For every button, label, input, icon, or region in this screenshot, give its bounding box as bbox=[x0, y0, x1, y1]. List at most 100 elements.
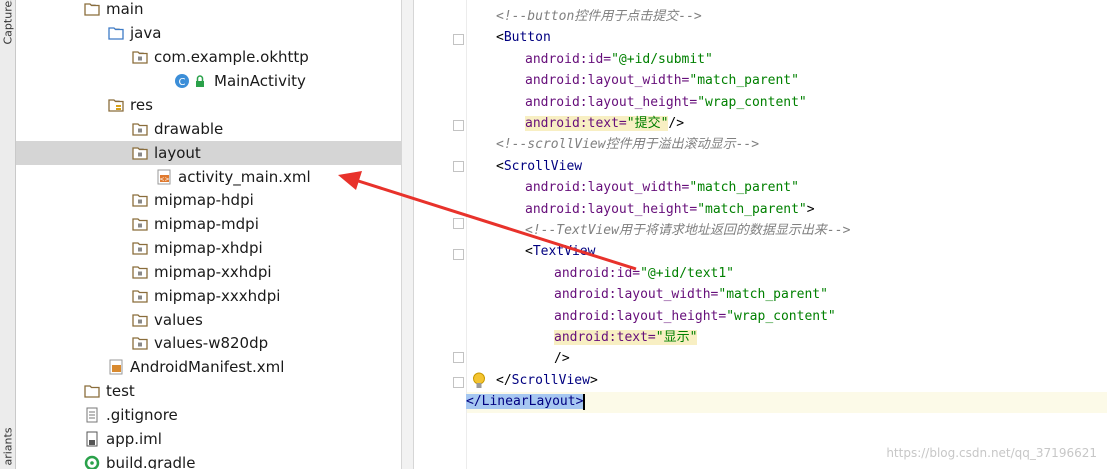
code-token: "match_parent" bbox=[689, 73, 799, 88]
source-folder-icon bbox=[108, 25, 124, 41]
code-editor[interactable]: <!--button控件用于点击提交--> <Button android:id="… bbox=[414, 0, 1107, 469]
tree-item-layout[interactable]: ▼layout bbox=[16, 141, 414, 165]
project-tree: ▼main▼java▼com.example.okhttp C MainActivi… bbox=[16, 0, 414, 469]
code-token: <!--button控件用于点击提交--> bbox=[496, 9, 702, 24]
code-token: "wrap_content" bbox=[697, 95, 807, 110]
code-line[interactable]: /> bbox=[554, 348, 570, 369]
tree-item-label: main bbox=[106, 0, 144, 18]
code-token: LinearLayout bbox=[481, 394, 576, 409]
code-token: < bbox=[496, 30, 504, 45]
package-icon bbox=[132, 288, 148, 304]
resource-folder-icon bbox=[108, 97, 124, 113]
package-icon bbox=[132, 192, 148, 208]
lock-icon bbox=[192, 73, 208, 89]
package-icon bbox=[132, 145, 148, 161]
code-line[interactable]: </LinearLayout> bbox=[466, 391, 586, 412]
package-icon bbox=[132, 264, 148, 280]
code-token: "match_parent" bbox=[697, 202, 807, 217]
code-token: "显示" bbox=[655, 330, 698, 345]
code-line[interactable]: <ScrollView bbox=[496, 156, 582, 177]
package-icon bbox=[132, 335, 148, 351]
code-token: </ bbox=[466, 394, 482, 409]
tree-item-values[interactable]: ▶values bbox=[16, 308, 414, 332]
code-token: /> bbox=[668, 116, 685, 131]
code-token: "match_parent" bbox=[718, 287, 828, 302]
gradle-file-icon bbox=[84, 455, 100, 469]
iml-file-icon bbox=[84, 431, 100, 447]
code-token: TextView bbox=[532, 244, 596, 259]
text-file-icon bbox=[84, 407, 100, 423]
code-token: /> bbox=[554, 351, 570, 366]
code-token: ScrollView bbox=[503, 159, 583, 174]
code-token: </ bbox=[496, 373, 512, 388]
code-line[interactable]: android:id="@+id/text1" bbox=[554, 263, 734, 284]
tree-item-drawable[interactable]: drawable bbox=[16, 117, 414, 141]
tree-item-main[interactable]: ▼main bbox=[16, 0, 414, 21]
tree-item-mipmap-xxxhdpi[interactable]: ▶mipmap-xxxhdpi bbox=[16, 284, 414, 308]
tree-item-label: layout bbox=[154, 144, 201, 162]
tree-item-label: mipmap-hdpi bbox=[154, 191, 254, 209]
tree-item-activity-main-xml[interactable]: <> activity_main.xml bbox=[16, 165, 414, 189]
tree-item-label: mipmap-xxhdpi bbox=[154, 263, 272, 281]
tree-item-label: MainActivity bbox=[214, 72, 306, 90]
tree-item-label: test bbox=[106, 382, 135, 400]
code-token: ScrollView bbox=[511, 373, 590, 388]
code-token: android:layout_height= bbox=[525, 95, 698, 110]
captures-tab[interactable]: Captures bbox=[2, 0, 15, 45]
code-line[interactable]: android:layout_width="match_parent" bbox=[554, 284, 828, 305]
code-token: < bbox=[496, 159, 504, 174]
build-variants-tab[interactable]: ariants bbox=[2, 425, 15, 469]
tree-item-mainactivity[interactable]: C MainActivity bbox=[16, 69, 414, 93]
code-line[interactable]: <TextView bbox=[525, 241, 595, 262]
tree-item-label: mipmap-mdpi bbox=[154, 215, 259, 233]
code-line[interactable]: android:layout_height="wrap_content" bbox=[554, 306, 836, 327]
code-line[interactable]: android:text="显示" bbox=[554, 327, 698, 348]
ide-window: Captures ariants ▼main▼java▼com.example.… bbox=[0, 0, 1107, 469]
tree-item-androidmanifest-xml[interactable]: AndroidManifest.xml bbox=[16, 355, 414, 379]
svg-text:<>: <> bbox=[159, 176, 169, 183]
tree-item-label: mipmap-xxxhdpi bbox=[154, 287, 281, 305]
code-line[interactable]: <Button bbox=[496, 27, 551, 48]
tree-item-label: app.iml bbox=[106, 430, 162, 448]
code-line[interactable]: android:layout_height="match_parent"> bbox=[525, 199, 815, 220]
tree-item-label: mipmap-xhdpi bbox=[154, 239, 263, 257]
code-line[interactable]: <!--button控件用于点击提交--> bbox=[496, 6, 702, 27]
tree-item-mipmap-xhdpi[interactable]: ▶mipmap-xhdpi bbox=[16, 236, 414, 260]
tree-item-label: values bbox=[154, 311, 203, 329]
panel-splitter[interactable] bbox=[401, 0, 414, 469]
code-line[interactable]: <!--TextView用于将请求地址返回的数据显示出来--> bbox=[525, 220, 850, 241]
code-token: android:layout_height= bbox=[525, 202, 698, 217]
code-line[interactable]: android:layout_height="wrap_content" bbox=[525, 92, 807, 113]
tree-item-gitignore[interactable]: .gitignore bbox=[16, 403, 414, 427]
tree-item-label: res bbox=[130, 96, 153, 114]
tree-item-label: build.gradle bbox=[106, 454, 196, 469]
code-line[interactable]: android:id="@+id/submit" bbox=[525, 49, 713, 70]
code-token: "match_parent" bbox=[689, 180, 799, 195]
code-token: android:layout_height= bbox=[554, 309, 727, 324]
tree-item-java[interactable]: ▼java bbox=[16, 21, 414, 45]
tree-item-mipmap-hdpi[interactable]: ▶mipmap-hdpi bbox=[16, 188, 414, 212]
tree-item-com-example-okhttp[interactable]: ▼com.example.okhttp bbox=[16, 45, 414, 69]
text-caret bbox=[583, 393, 586, 410]
code-line[interactable]: <!--scrollView控件用于溢出滚动显示--> bbox=[496, 134, 759, 155]
tree-item-app-iml[interactable]: app.iml bbox=[16, 427, 414, 451]
code-line[interactable]: </ScrollView> bbox=[496, 370, 598, 391]
code-token: <!--scrollView控件用于溢出滚动显示--> bbox=[496, 137, 760, 152]
tree-item-mipmap-mdpi[interactable]: ▶mipmap-mdpi bbox=[16, 212, 414, 236]
code-line[interactable]: android:layout_width="match_parent" bbox=[525, 177, 799, 198]
tree-item-test[interactable]: ▶test bbox=[16, 379, 414, 403]
code-token: <!--TextView用于将请求地址返回的数据显示出来--> bbox=[525, 223, 851, 238]
code-line[interactable]: android:layout_width="match_parent" bbox=[525, 70, 799, 91]
code-token: android:text= bbox=[525, 116, 627, 131]
code-token: "@+id/text1" bbox=[640, 266, 735, 281]
code-line[interactable]: android:text="提交"/> bbox=[525, 113, 684, 134]
tree-item-mipmap-xxhdpi[interactable]: ▶mipmap-xxhdpi bbox=[16, 260, 414, 284]
code-token: android:layout_width= bbox=[525, 180, 690, 195]
tree-item-values-w820dp[interactable]: ▶values-w820dp bbox=[16, 331, 414, 355]
manifest-file-icon bbox=[108, 359, 124, 375]
code-area[interactable]: <!--button控件用于点击提交--> <Button android:id="… bbox=[414, 0, 1107, 469]
tree-item-res[interactable]: ▼res bbox=[16, 93, 414, 117]
tree-item-build-gradle[interactable]: build.gradle bbox=[16, 451, 414, 469]
xml-layout-file-icon: <> bbox=[156, 169, 172, 185]
svg-text:C: C bbox=[179, 77, 186, 88]
